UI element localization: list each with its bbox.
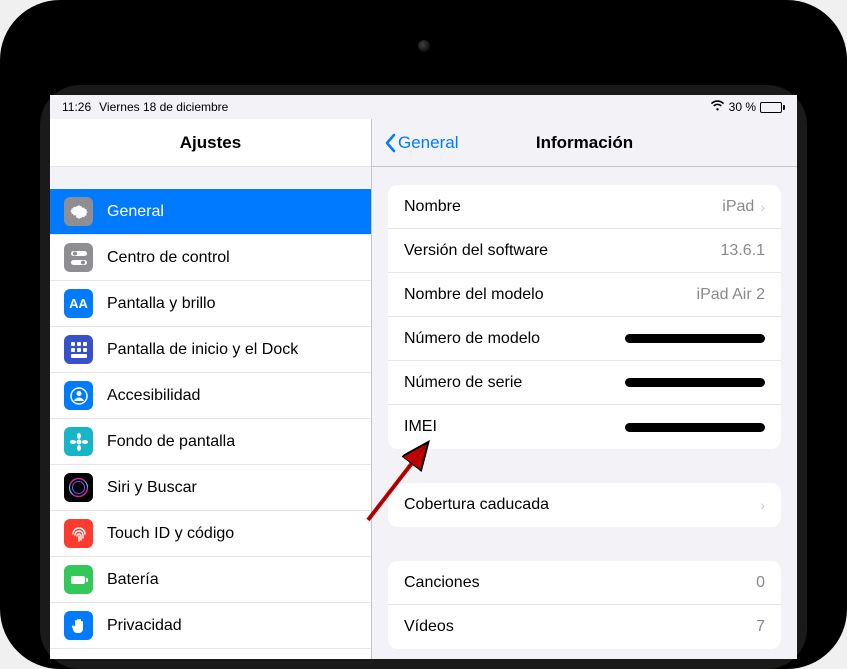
sidebar-item-label: Accesibilidad: [107, 387, 200, 405]
back-button[interactable]: General: [376, 133, 466, 153]
person-icon: [64, 381, 93, 410]
row-imei: IMEI: [388, 405, 781, 449]
sidebar-title: Ajustes: [50, 119, 371, 167]
row-value: iPad Air 2: [697, 286, 765, 304]
row-label: Vídeos: [404, 618, 454, 636]
row-versión-del-software: Versión del software 13.6.1: [388, 229, 781, 273]
row-número-de-serie: Número de serie: [388, 361, 781, 405]
sidebar-item-label: Pantalla de inicio y el Dock: [107, 341, 298, 359]
row-vídeos: Vídeos 7: [388, 605, 781, 649]
row-label: Número de modelo: [404, 330, 540, 348]
row-label: Nombre: [404, 198, 461, 216]
detail-pane: General Información Nombre iPad › Versión d…: [372, 119, 797, 659]
detail-header: General Información: [372, 119, 797, 167]
AA-icon: AA: [64, 289, 93, 318]
battery-icon: [64, 565, 93, 594]
settings-sidebar: Ajustes General Centro de control AA Pantal…: [50, 119, 372, 659]
detail-body[interactable]: Nombre iPad › Versión del software 13.6.1 Nom…: [372, 167, 797, 659]
row-value: 7: [756, 618, 765, 636]
front-camera: [418, 40, 430, 52]
page-title: Información: [536, 133, 633, 153]
sidebar-item-label: Batería: [107, 571, 159, 589]
row-label: Número de serie: [404, 374, 522, 392]
settings-group: Canciones 0 Vídeos 7: [388, 561, 781, 649]
redacted-value: [625, 423, 765, 432]
row-canciones: Canciones 0: [388, 561, 781, 605]
sidebar-item-siri-y-buscar[interactable]: Siri y Buscar: [50, 465, 371, 511]
row-value: iPad: [722, 198, 754, 216]
sidebar-list: General Centro de control AA Pantalla y bri…: [50, 189, 371, 659]
sidebar-item-accesibilidad[interactable]: Accesibilidad: [50, 373, 371, 419]
sidebar-item-privacidad[interactable]: Privacidad: [50, 603, 371, 649]
fingerprint-icon: [64, 519, 93, 548]
sidebar-item-touch-id-y-código[interactable]: Touch ID y código: [50, 511, 371, 557]
row-label: Nombre del modelo: [404, 286, 544, 304]
redacted-value: [625, 378, 765, 387]
sidebar-item-pantalla-de-inicio-y-el-dock[interactable]: Pantalla de inicio y el Dock: [50, 327, 371, 373]
row-label: IMEI: [404, 418, 437, 436]
gear-icon: [64, 197, 93, 226]
battery-pct: 30 %: [729, 100, 756, 114]
sidebar-item-fondo-de-pantalla[interactable]: Fondo de pantalla: [50, 419, 371, 465]
row-value: 13.6.1: [721, 242, 765, 260]
grid-icon: [64, 335, 93, 364]
screen: 11:26 Viernes 18 de diciembre 30 % Ajust: [50, 95, 797, 659]
sidebar-item-label: General: [107, 203, 164, 221]
sidebar-item-label: Privacidad: [107, 617, 182, 635]
row-nombre[interactable]: Nombre iPad ›: [388, 185, 781, 229]
row-número-de-modelo: Número de modelo: [388, 317, 781, 361]
switches-icon: [64, 243, 93, 272]
row-label: Cobertura caducada: [404, 496, 549, 514]
ipad-inner-frame: 11:26 Viernes 18 de diciembre 30 % Ajust: [40, 85, 807, 669]
sidebar-item-label: Touch ID y código: [107, 525, 234, 543]
siri-icon: [64, 473, 93, 502]
sidebar-item-label: Pantalla y brillo: [107, 295, 216, 313]
status-time: 11:26: [62, 100, 91, 114]
wifi-icon: [710, 100, 725, 114]
sidebar-item-centro-de-control[interactable]: Centro de control: [50, 235, 371, 281]
sidebar-item-pantalla-y-brillo[interactable]: AA Pantalla y brillo: [50, 281, 371, 327]
row-value: 0: [756, 574, 765, 592]
ipad-bezel: 11:26 Viernes 18 de diciembre 30 % Ajust: [0, 0, 847, 669]
row-label: Canciones: [404, 574, 480, 592]
sidebar-item-label: Fondo de pantalla: [107, 433, 235, 451]
status-date: Viernes 18 de diciembre: [99, 100, 228, 114]
settings-group: Cobertura caducada ›: [388, 483, 781, 527]
chevron-right-icon: ›: [760, 199, 765, 215]
chevron-right-icon: ›: [760, 497, 765, 513]
back-label: General: [398, 133, 458, 153]
sidebar-item-batería[interactable]: Batería: [50, 557, 371, 603]
row-cobertura-caducada[interactable]: Cobertura caducada ›: [388, 483, 781, 527]
flower-icon: [64, 427, 93, 456]
hand-icon: [64, 611, 93, 640]
sidebar-item-label: Siri y Buscar: [107, 479, 197, 497]
row-nombre-del-modelo: Nombre del modelo iPad Air 2: [388, 273, 781, 317]
battery-icon: [760, 102, 785, 113]
sidebar-item-label: Centro de control: [107, 249, 230, 267]
row-label: Versión del software: [404, 242, 548, 260]
chevron-left-icon: [384, 133, 396, 153]
sidebar-item-general[interactable]: General: [50, 189, 371, 235]
status-bar: 11:26 Viernes 18 de diciembre 30 %: [50, 95, 797, 119]
settings-group: Nombre iPad › Versión del software 13.6.1 Nom…: [388, 185, 781, 449]
redacted-value: [625, 334, 765, 343]
